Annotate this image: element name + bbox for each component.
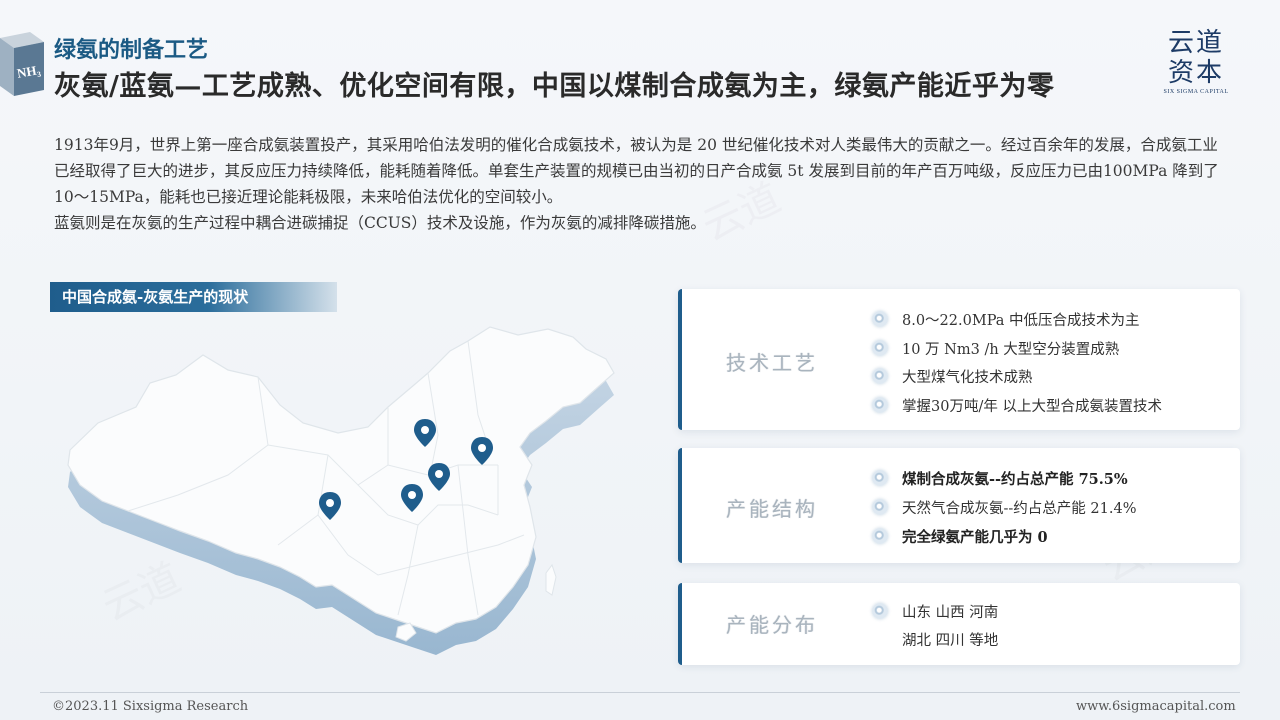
list-item-text: 完全绿氨产能几乎为 0 (902, 528, 1048, 546)
card-label: 产能结构 (726, 497, 818, 521)
list-item: 8.0～22.0MPa 中低压合成技术为主 (872, 308, 1140, 330)
footer-divider (40, 692, 1240, 693)
bullet-icon (872, 368, 888, 384)
logo-line-1: 云道 (1167, 28, 1224, 58)
card-technology: 技术工艺 8.0～22.0MPa 中低压合成技术为主 10 万 Nm3 /h 大… (678, 289, 1240, 430)
bullet-icon (872, 499, 888, 515)
list-item: 掌握30万吨/年 以上大型合成氨装置技术 (872, 394, 1162, 416)
list-item-text: 湖北 四川 等地 (902, 632, 999, 649)
card-capacity-distribution: 产能分布 山东 山西 河南 湖北 四川 等地 (678, 583, 1240, 665)
map-land (67, 326, 615, 634)
bullet-icon (872, 470, 888, 486)
list-item-text: 掌握30万吨/年 以上大型合成氨装置技术 (902, 398, 1162, 415)
intro-paragraph-1: 1913年9月，世界上第一座合成氨装置投产，其采用哈伯法发明的催化合成氨技术，被… (54, 136, 1219, 206)
list-item: 天然气合成灰氨--约占总产能 21.4% (872, 496, 1136, 518)
logo-line-2: 资本 (1167, 58, 1224, 88)
card-label: 产能分布 (726, 613, 818, 637)
card-capacity-structure: 产能结构 煤制合成灰氨--约占总产能 75.5% 天然气合成灰氨--约占总产能 … (678, 448, 1240, 563)
china-map (67, 326, 615, 655)
bullet-icon (872, 397, 888, 413)
nh3-badge-icon: NH₃ (0, 32, 44, 96)
page-title: 灰氨/蓝氨—工艺成熟、优化空间有限，中国以煤制合成氨为主，绿氨产能近乎为零 (54, 71, 1055, 102)
card-label: 技术工艺 (726, 351, 818, 375)
list-item: 湖北 四川 等地 (872, 628, 998, 650)
footer-website-link[interactable]: www.6sigmacapital.com (1076, 699, 1236, 714)
bullet-icon (872, 528, 888, 544)
list-item-text: 大型煤气化技术成熟 (902, 369, 1033, 386)
list-item: 煤制合成灰氨--约占总产能 75.5% (872, 467, 1128, 489)
logo-line-3: SIX SIGMA CAPITAL (1163, 89, 1229, 95)
bullet-icon (872, 311, 888, 327)
section-subtitle: 绿氨的制备工艺 (54, 37, 209, 63)
list-item: 完全绿氨产能几乎为 0 (872, 525, 1048, 547)
list-item: 大型煤气化技术成熟 (872, 365, 1033, 387)
intro-text: 1913年9月，世界上第一座合成氨装置投产，其采用哈伯法发明的催化合成氨技术，被… (54, 132, 1224, 236)
intro-paragraph-2: 蓝氨则是在灰氨的生产过程中耦合进碳捕捉（CCUS）技术及设施，作为灰氨的减排降碳… (54, 214, 706, 232)
map-taiwan (545, 563, 557, 596)
company-logo: 云道 资本 SIX SIGMA CAPITAL (1160, 28, 1232, 95)
section-tag: 中国合成氨-灰氨生产的现状 (50, 282, 337, 312)
bullet-icon (872, 340, 888, 356)
list-item-text: 煤制合成灰氨--约占总产能 75.5% (902, 470, 1128, 488)
list-item-text: 天然气合成灰氨--约占总产能 21.4% (902, 500, 1137, 517)
footer-copyright: ©2023.11 Sixsigma Research (52, 699, 249, 714)
bullet-icon (872, 603, 888, 619)
list-item-text: 山东 山西 河南 (902, 604, 999, 621)
list-item-text: 8.0～22.0MPa 中低压合成技术为主 (902, 312, 1140, 329)
list-item: 山东 山西 河南 (872, 600, 998, 622)
list-item: 10 万 Nm3 /h 大型空分装置成熟 (872, 337, 1119, 359)
list-item-text: 10 万 Nm3 /h 大型空分装置成熟 (902, 341, 1120, 358)
